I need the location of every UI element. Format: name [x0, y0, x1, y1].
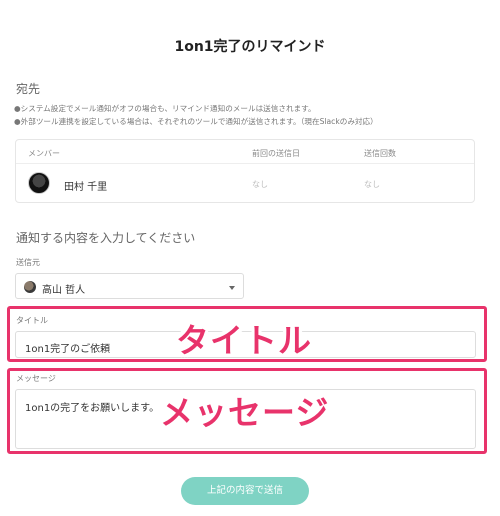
member-name: 田村 千里	[64, 182, 108, 193]
title-label: タイトル	[16, 316, 48, 325]
content-heading: 通知する内容を入力してください	[16, 231, 196, 245]
send-button[interactable]: 上記の内容で送信	[181, 477, 309, 505]
avatar	[24, 281, 36, 293]
table-header: メンバー 前回の送信日 送信回数	[16, 140, 474, 164]
table-row: 田村 千里 なし なし	[16, 165, 474, 203]
col-member: メンバー	[28, 149, 60, 158]
sender-select[interactable]: 高山 哲人	[15, 273, 244, 299]
send-count-value: なし	[364, 180, 380, 189]
recipients-table: メンバー 前回の送信日 送信回数 田村 千里 なし なし	[15, 139, 475, 203]
col-last-sent: 前回の送信日	[252, 149, 300, 158]
message-callout: メッセージ	[160, 393, 330, 432]
title-callout: タイトル	[176, 321, 312, 360]
message-label: メッセージ	[16, 374, 56, 383]
sender-label: 送信元	[16, 258, 40, 267]
note-email: ●システム設定でメール通知がオフの場合も、リマインド通知のメールは送信されます。	[14, 104, 316, 113]
col-send-count: 送信回数	[364, 149, 396, 158]
recipients-notes: ●システム設定でメール通知がオフの場合も、リマインド通知のメールは送信されます。…	[14, 102, 378, 128]
chevron-down-icon	[229, 286, 235, 290]
recipients-heading: 宛先	[16, 82, 41, 96]
page-title: 1on1完了のリマインド	[174, 39, 326, 55]
note-external-tools: ●外部ツール連携を設定している場合は、それぞれのツールで通知が送信されます。（現…	[14, 117, 378, 126]
sender-value: 高山 哲人	[42, 285, 86, 296]
last-sent-value: なし	[252, 180, 268, 189]
avatar	[28, 172, 50, 194]
